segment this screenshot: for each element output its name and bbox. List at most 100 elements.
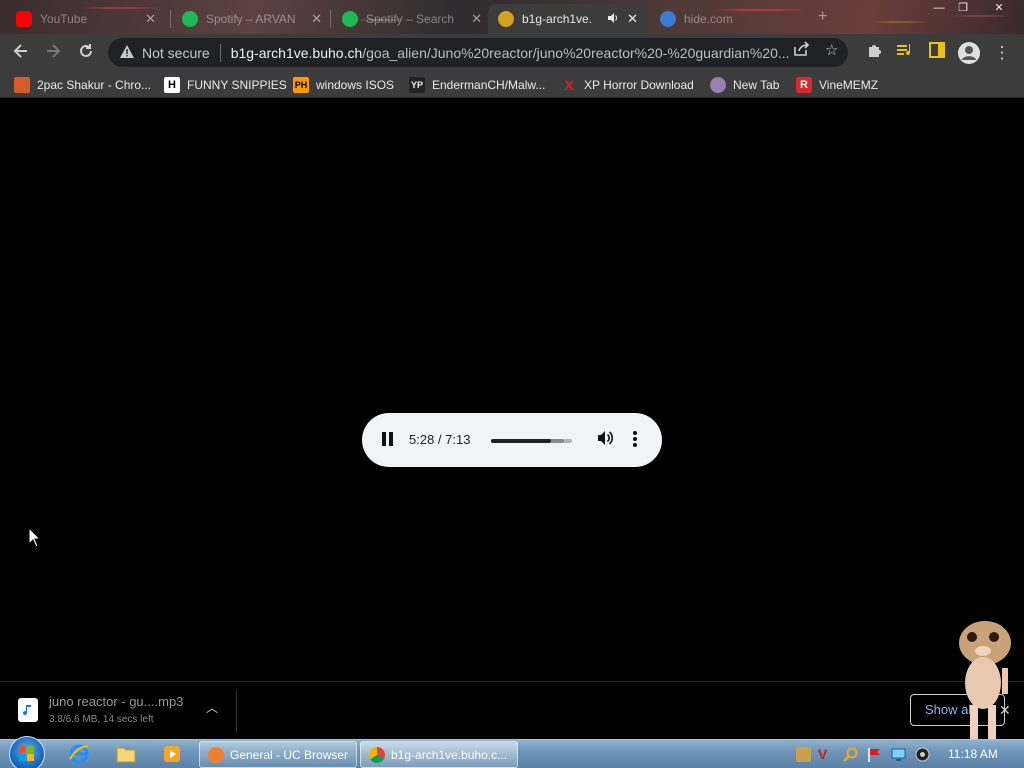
url-path: /goa_alien/Juno%20reactor/juno%20reactor…: [362, 44, 790, 61]
globe-icon: [660, 11, 676, 27]
bookmarks-bar: 2pac Shakur - Chro... H FUNNY SNIPPIES P…: [0, 71, 1024, 98]
internet-explorer-icon[interactable]: [68, 743, 96, 765]
tab-youtube[interactable]: YouTube ✕: [6, 4, 166, 34]
taskbar-window-uc-browser[interactable]: General - UC Browser: [199, 741, 357, 768]
tab-strip: YouTube ✕ Spotify – ARVAN ✕ Spotify – Se…: [0, 0, 1024, 34]
tab-hide[interactable]: hide.com: [650, 4, 810, 34]
address-bar[interactable]: Not secure b1g-arch1ve.buho.ch/goa_alien…: [108, 38, 848, 67]
side-panel-icon[interactable]: [926, 42, 948, 64]
youtube-icon: [16, 11, 32, 27]
minimize-icon[interactable]: —: [928, 0, 950, 16]
download-shelf: juno reactor - gu....mp3 3.8/6.6 MB, 14 …: [0, 681, 1024, 739]
seek-progress: [491, 439, 551, 443]
network-tray-icon[interactable]: [891, 747, 906, 762]
menu-kebab-icon[interactable]: ⋮: [991, 42, 1013, 64]
bookmark-item[interactable]: H FUNNY SNIPPIES: [164, 75, 287, 95]
mouse-cursor-icon: [28, 526, 42, 552]
h-logo-icon: H: [164, 77, 180, 93]
tab-separator: [170, 10, 171, 28]
bookmark-star-icon[interactable]: ☆: [825, 41, 838, 59]
taskbar-window-chrome[interactable]: b1g-arch1ve.buho.c...: [360, 741, 518, 768]
volume-icon[interactable]: [596, 429, 614, 447]
x-logo-icon: X: [564, 77, 574, 93]
playback-time: 5:28 / 7:13: [409, 432, 471, 447]
audio-player: 5:28 / 7:13: [362, 413, 662, 467]
restore-icon[interactable]: ❐: [952, 0, 974, 16]
tab-spotify-artist[interactable]: Spotify – ARVAN ✕: [172, 4, 332, 34]
bookmark-item[interactable]: 2pac Shakur - Chro...: [14, 75, 151, 95]
bookmark-label: FUNNY SNIPPIES: [187, 78, 287, 92]
download-status: 3.8/6.6 MB, 14 secs left: [49, 714, 154, 725]
site-favicon-icon: [498, 11, 514, 27]
flag-tray-icon[interactable]: [867, 747, 882, 762]
extensions-puzzle-icon[interactable]: [863, 42, 885, 64]
close-icon[interactable]: ✕: [627, 11, 638, 27]
taskbar-window-label: b1g-arch1ve.buho.c...: [391, 747, 508, 762]
share-icon[interactable]: [793, 41, 810, 61]
taskbar-clock[interactable]: 11:18 AM: [948, 747, 998, 761]
profile-avatar-icon[interactable]: [958, 42, 980, 64]
bookmark-item[interactable]: X XP Horror Download: [561, 75, 694, 95]
close-icon[interactable]: ✕: [311, 11, 322, 27]
tab-spotify-search[interactable]: Spotify – Search ✕: [332, 4, 492, 34]
new-tab-favicon-icon: [710, 77, 726, 93]
tab-title: YouTube: [40, 12, 88, 26]
media-player-icon[interactable]: [161, 743, 189, 765]
audio-file-icon: [18, 698, 38, 722]
bookmark-item[interactable]: YP EndermanCH/Malw...: [409, 75, 545, 95]
volume-tray-icon[interactable]: [915, 747, 930, 762]
bookmark-label: windows ISOS: [316, 78, 395, 92]
tab-separator: [330, 10, 331, 28]
more-options-icon[interactable]: [633, 431, 637, 447]
bookmark-label: VineMEMZ: [819, 78, 879, 92]
ph-logo-icon: PH: [293, 77, 309, 93]
antivirus-tray-icon[interactable]: V: [818, 747, 833, 762]
browser-toolbar: Not secure b1g-arch1ve.buho.ch/goa_alien…: [0, 34, 1024, 71]
r-logo-icon: R: [796, 77, 812, 93]
media-control-icon[interactable]: [894, 42, 916, 64]
url-text[interactable]: b1g-arch1ve.buho.ch/goa_alien/Juno%20rea…: [231, 45, 790, 61]
bookmark-item[interactable]: PH windows ISOS: [293, 75, 394, 95]
speaker-icon[interactable]: [607, 12, 619, 27]
file-explorer-icon[interactable]: [115, 743, 143, 765]
back-arrow-icon[interactable]: [10, 42, 32, 64]
new-tab-button[interactable]: +: [818, 8, 827, 26]
chevron-up-icon[interactable]: ︿: [206, 699, 218, 716]
url-host: b1g-arch1ve.buho.ch: [230, 44, 363, 61]
bookmark-label: New Tab: [733, 78, 780, 92]
search-tray-icon[interactable]: [843, 747, 858, 762]
pause-icon[interactable]: [382, 432, 394, 446]
tab-title: Spotify – Search: [366, 12, 455, 26]
close-icon[interactable]: ✕: [145, 11, 156, 27]
warning-triangle-icon[interactable]: [120, 44, 134, 61]
bookmark-item[interactable]: New Tab: [710, 75, 779, 95]
bookmark-label: 2pac Shakur - Chro...: [37, 78, 152, 92]
tray-app-icon[interactable]: [796, 747, 811, 762]
tab-title: b1g-arch1ve.: [522, 12, 593, 26]
bookmark-label: XP Horror Download: [584, 78, 694, 92]
chrome-icon: [369, 746, 385, 763]
seek-slider[interactable]: [491, 439, 572, 443]
uc-browser-icon: [208, 746, 224, 763]
tab-title: hide.com: [684, 12, 733, 26]
bookmark-label: EndermanCH/Malw...: [432, 78, 546, 92]
window-close-icon[interactable]: ✕: [988, 0, 1010, 16]
download-item[interactable]: juno reactor - gu....mp3 3.8/6.6 MB, 14 …: [12, 690, 236, 732]
tab-b1g-archive[interactable]: b1g-arch1ve. ✕: [488, 4, 648, 34]
reload-icon[interactable]: [75, 42, 97, 64]
close-icon[interactable]: ✕: [471, 11, 482, 27]
windows-logo-icon: [19, 746, 34, 761]
omnibox-divider: [219, 43, 221, 62]
download-filename: juno reactor - gu....mp3: [49, 694, 184, 709]
forward-arrow-icon[interactable]: [42, 42, 64, 64]
page-content: 5:28 / 7:13: [0, 98, 1024, 681]
dancing-hamster-image: [950, 613, 1020, 741]
bookmark-item[interactable]: R VineMEMZ: [796, 75, 878, 95]
security-label[interactable]: Not secure: [142, 45, 210, 61]
yp-logo-icon: YP: [409, 77, 425, 93]
start-button[interactable]: [9, 736, 45, 768]
spotify-icon: [342, 11, 358, 27]
spotify-icon: [182, 11, 198, 27]
taskbar-window-label: General - UC Browser: [230, 747, 349, 762]
shelf-divider: [236, 690, 237, 732]
